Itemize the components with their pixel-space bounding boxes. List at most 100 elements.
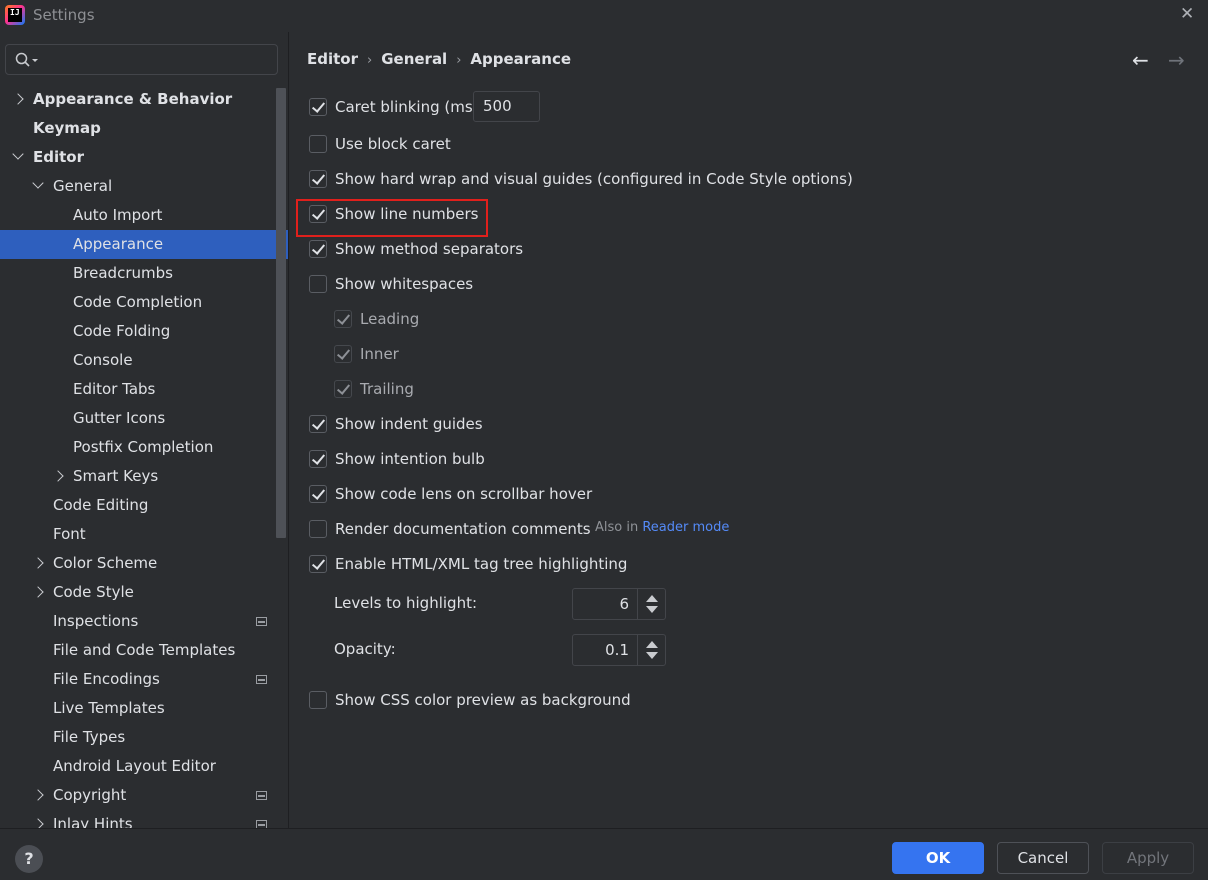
chevron-down-icon[interactable] — [12, 148, 24, 160]
method-separators-label: Show method separators — [335, 240, 524, 258]
ok-button[interactable]: OK — [892, 842, 984, 874]
opacity-label: Opacity: — [334, 640, 396, 658]
spin-up-icon[interactable] — [646, 595, 658, 602]
sidebar-item-code-folding[interactable]: Code Folding — [0, 317, 288, 346]
opacity-stepper[interactable] — [637, 635, 665, 665]
sidebar-item-label: File Encodings — [53, 670, 160, 688]
opacity-value[interactable]: 0.1 — [605, 635, 629, 665]
search-icon — [15, 52, 38, 67]
sidebar-item-label: Appearance — [73, 235, 164, 253]
sidebar-item-label: Editor — [33, 148, 84, 166]
inner-checkbox — [334, 345, 352, 363]
sidebar-item-live-templates[interactable]: Live Templates — [0, 694, 288, 723]
breadcrumb-item[interactable]: General — [381, 50, 447, 68]
sidebar-item-label: File Types — [53, 728, 126, 746]
chevron-right-icon[interactable] — [32, 789, 44, 801]
hard-wrap-label: Show hard wrap and visual guides (config… — [335, 170, 853, 188]
code-lens-checkbox[interactable] — [309, 485, 327, 503]
settings-tree: Appearance & Behavior Keymap Editor General… — [0, 85, 288, 828]
close-window-icon[interactable]: ✕ — [1180, 5, 1196, 23]
sidebar-item-label: General — [53, 177, 113, 195]
chevron-right-icon[interactable] — [32, 586, 44, 598]
method-separators-checkbox[interactable] — [309, 240, 327, 258]
sidebar-item-code-style[interactable]: Code Style — [0, 578, 288, 607]
sidebar-item-appearance[interactable]: Appearance — [0, 230, 288, 259]
sidebar-item-file-and-code-templates[interactable]: File and Code Templates — [0, 636, 288, 665]
sidebar-item-auto-import[interactable]: Auto Import — [0, 201, 288, 230]
sidebar-item-label: Code Folding — [73, 322, 171, 340]
spin-down-icon[interactable] — [646, 652, 658, 659]
chevron-right-icon[interactable] — [12, 93, 24, 105]
block-caret-checkbox[interactable] — [309, 135, 327, 153]
chevron-down-icon[interactable] — [32, 177, 44, 189]
sidebar-item-file-types[interactable]: File Types — [0, 723, 288, 752]
chevron-right-icon[interactable] — [32, 818, 44, 828]
sidebar-item-inspections[interactable]: Inspections — [0, 607, 288, 636]
sidebar-item-postfix-completion[interactable]: Postfix Completion — [0, 433, 288, 462]
sidebar-item-editor-tabs[interactable]: Editor Tabs — [0, 375, 288, 404]
hard-wrap-checkbox[interactable] — [309, 170, 327, 188]
breadcrumb-separator: › — [367, 53, 373, 68]
breadcrumb-separator: › — [456, 53, 462, 68]
sidebar-item-label: Auto Import — [73, 206, 163, 224]
levels-spinner[interactable]: 6 — [572, 588, 666, 620]
cancel-button[interactable]: Cancel — [997, 842, 1089, 874]
trailing-checkbox — [334, 380, 352, 398]
tag-tree-checkbox[interactable] — [309, 555, 327, 573]
intention-bulb-checkbox[interactable] — [309, 450, 327, 468]
caret-blinking-checkbox[interactable] — [309, 98, 327, 116]
sidebar-item-general[interactable]: General — [0, 172, 288, 201]
sidebar-item-label: Editor Tabs — [73, 380, 156, 398]
project-level-icon — [256, 820, 267, 828]
sidebar-item-code-completion[interactable]: Code Completion — [0, 288, 288, 317]
sidebar-item-label: Postfix Completion — [73, 438, 214, 456]
sidebar-item-font[interactable]: Font — [0, 520, 288, 549]
sidebar-item-breadcrumbs[interactable]: Breadcrumbs — [0, 259, 288, 288]
back-arrow-icon[interactable]: ← — [1132, 50, 1152, 70]
sidebar-item-editor[interactable]: Editor — [0, 143, 288, 172]
sidebar-item-label: Inlay Hints — [53, 815, 133, 828]
chevron-right-icon[interactable] — [52, 470, 64, 482]
opacity-spinner[interactable]: 0.1 — [572, 634, 666, 666]
sidebar-item-gutter-icons[interactable]: Gutter Icons — [0, 404, 288, 433]
spin-up-icon[interactable] — [646, 641, 658, 648]
caret-blinking-ms-input[interactable]: 500 — [473, 91, 540, 122]
sidebar-scrollbar[interactable] — [276, 88, 286, 538]
indent-guides-checkbox[interactable] — [309, 415, 327, 433]
apply-button[interactable]: Apply — [1102, 842, 1194, 874]
intellij-app-icon: IJ — [5, 5, 25, 25]
levels-value[interactable]: 6 — [619, 589, 629, 619]
whitespaces-checkbox[interactable] — [309, 275, 327, 293]
sidebar-item-file-encodings[interactable]: File Encodings — [0, 665, 288, 694]
reader-mode-link[interactable]: Reader mode — [642, 520, 729, 535]
sidebar-item-keymap[interactable]: Keymap — [0, 114, 288, 143]
sidebar-item-label: Inspections — [53, 612, 139, 630]
sidebar-item-appearance-behavior[interactable]: Appearance & Behavior — [0, 85, 288, 114]
sidebar-item-copyright[interactable]: Copyright — [0, 781, 288, 810]
spin-down-icon[interactable] — [646, 606, 658, 613]
caret-blinking-label: Caret blinking (ms): — [335, 98, 484, 116]
breadcrumb-item[interactable]: Editor — [307, 50, 358, 68]
sidebar-item-console[interactable]: Console — [0, 346, 288, 375]
breadcrumb-item: Appearance — [470, 50, 572, 68]
sidebar-item-smart-keys[interactable]: Smart Keys — [0, 462, 288, 491]
inner-label: Inner — [360, 345, 399, 363]
sidebar-item-code-editing[interactable]: Code Editing — [0, 491, 288, 520]
sidebar-item-android-layout-editor[interactable]: Android Layout Editor — [0, 752, 288, 781]
sidebar-item-inlay-hints[interactable]: Inlay Hints — [0, 810, 288, 828]
sidebar-item-color-scheme[interactable]: Color Scheme — [0, 549, 288, 578]
code-lens-label: Show code lens on scrollbar hover — [335, 485, 593, 503]
sidebar-item-label: Keymap — [33, 119, 101, 137]
sidebar-item-label: Console — [73, 351, 133, 369]
chevron-right-icon[interactable] — [32, 557, 44, 569]
render-docs-checkbox[interactable] — [309, 520, 327, 538]
project-level-icon — [256, 791, 267, 800]
css-color-checkbox[interactable] — [309, 691, 327, 709]
sidebar-item-label: Smart Keys — [73, 467, 159, 485]
render-docs-label: Render documentation comments — [335, 520, 591, 538]
help-icon[interactable]: ? — [15, 845, 43, 873]
levels-stepper[interactable] — [637, 589, 665, 619]
forward-arrow-icon[interactable]: → — [1168, 50, 1188, 70]
whitespaces-label: Show whitespaces — [335, 275, 474, 293]
settings-search-input[interactable] — [5, 44, 278, 75]
